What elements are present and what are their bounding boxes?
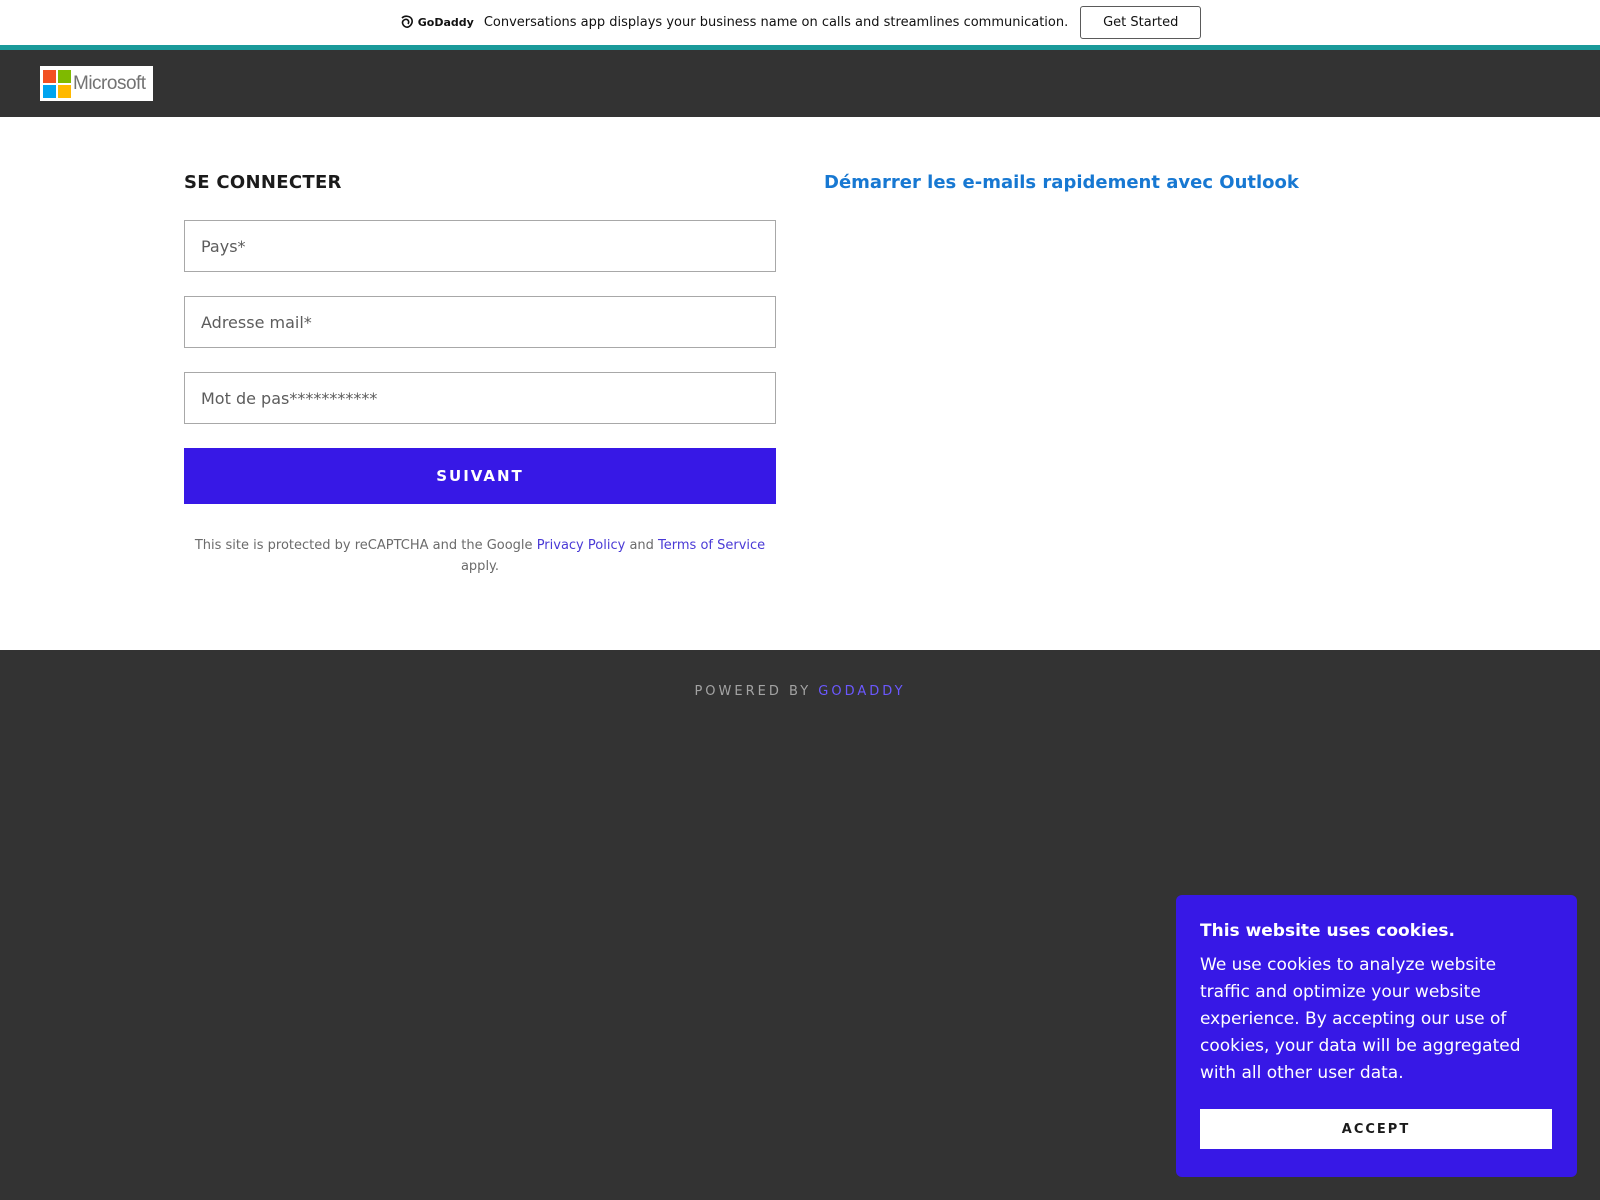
main-section: SE CONNECTER SUIVANT This site is protec…	[0, 117, 1600, 650]
terms-of-service-link[interactable]: Terms of Service	[658, 538, 765, 553]
microsoft-grid-icon	[43, 69, 71, 98]
recaptcha-prefix: This site is protected by reCAPTCHA and …	[194, 538, 533, 553]
country-input[interactable]	[184, 220, 776, 272]
godaddy-link[interactable]: GODADDY	[818, 684, 905, 699]
powered-by: POWERED BY GODADDY	[0, 684, 1600, 699]
privacy-policy-link[interactable]: Privacy Policy	[537, 538, 626, 553]
cookie-body: We use cookies to analyze website traffi…	[1200, 955, 1521, 1083]
promo-text: Conversations app displays your business…	[483, 15, 1069, 30]
get-started-button[interactable]: Get Started	[1080, 6, 1202, 39]
promo-banner: GoDaddy Conversations app displays your …	[0, 0, 1600, 45]
powered-by-label: POWERED BY	[694, 684, 812, 699]
microsoft-logo[interactable]: Microsoft	[40, 66, 153, 101]
site-header: Microsoft	[0, 50, 1600, 117]
microsoft-logo-text: Microsoft	[73, 72, 146, 94]
cookie-banner: This website uses cookies. We use cookie…	[1176, 895, 1577, 1177]
cookie-title: This website uses cookies.	[1200, 921, 1455, 941]
email-input[interactable]	[184, 296, 776, 348]
next-button[interactable]: SUIVANT	[184, 448, 776, 504]
login-heading: SE CONNECTER	[184, 172, 342, 193]
godaddy-icon	[401, 14, 413, 28]
recaptcha-and: and	[629, 538, 654, 553]
recaptcha-notice: This site is protected by reCAPTCHA and …	[184, 535, 776, 577]
outlook-link[interactable]: Démarrer les e-mails rapidement avec Out…	[824, 172, 1299, 193]
godaddy-brand-text: GoDaddy	[417, 16, 474, 29]
password-input[interactable]	[184, 372, 776, 424]
godaddy-logo: GoDaddy	[399, 14, 474, 31]
accept-cookies-button[interactable]: ACCEPT	[1200, 1109, 1552, 1149]
recaptcha-suffix: apply.	[460, 559, 500, 574]
